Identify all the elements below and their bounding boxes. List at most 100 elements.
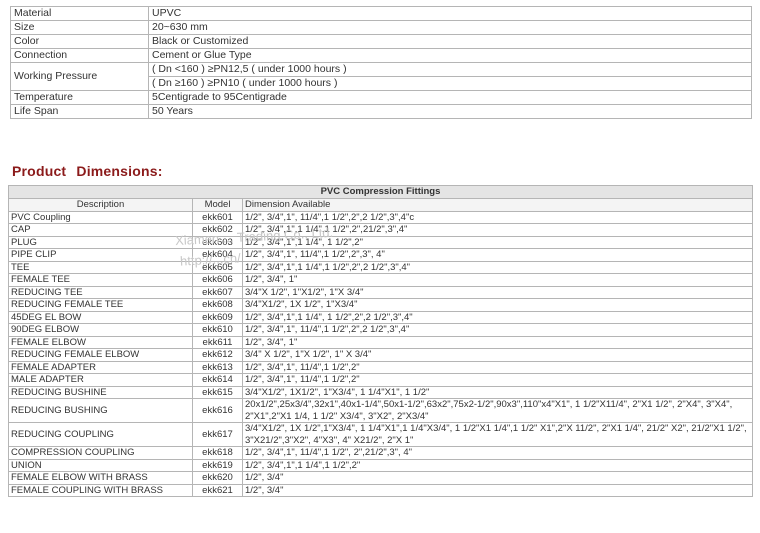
description-cell: UNION bbox=[8, 458, 193, 472]
spec-row-color: Color Black or Customized bbox=[10, 34, 752, 49]
spec-label: Temperature bbox=[10, 90, 149, 105]
spec-row-temperature: Temperature 5Centigrade to 95Centigrade bbox=[10, 90, 752, 105]
description-cell: REDUCING BUSHINE bbox=[8, 385, 193, 399]
table-row: PVC Coupling ekk601 1/2", 3/4",1", 11/4",1… bbox=[8, 210, 753, 224]
description-cell: REDUCING FEMALE TEE bbox=[8, 298, 193, 312]
dimension-cell: 1/2", 3/4",1",1 1/4", 1 1/2",2" bbox=[242, 235, 753, 249]
table-row: REDUCING BUSHINE ekk615 3/4"X1/2", 1X1/2",… bbox=[8, 385, 753, 399]
table-row: FEMALE ADAPTER ekk613 1/2", 3/4",1", 11/4"… bbox=[8, 360, 753, 374]
specifications-table: Material UPVC Size 20~630 mm Color Black… bbox=[10, 6, 752, 119]
table-row: TEE ekk605 1/2", 3/4",1",1 1/4",1 1/2",2",… bbox=[8, 260, 753, 274]
column-header-row: Description Model Dimension Available bbox=[8, 198, 753, 212]
table-title: PVC Compression Fittings bbox=[8, 185, 753, 199]
table-row: REDUCING BUSHING ekk616 20x1/2",25x3/4",32… bbox=[8, 398, 753, 423]
description-cell: FEMALE COUPLING WITH BRASS bbox=[8, 483, 193, 497]
model-cell: ekk601 bbox=[192, 210, 243, 224]
table-row: FEMALE COUPLING WITH BRASS ekk621 1/2", 3/… bbox=[8, 483, 753, 497]
dimensions-table: PVC Compression Fittings Description Mod… bbox=[8, 185, 753, 497]
dimension-cell: 1/2", 3/4",1", 11/4",1 1/2",2",3", 4" bbox=[242, 248, 753, 262]
spec-label: Working Pressure bbox=[10, 62, 149, 91]
table-row: FEMALE ELBOW ekk611 1/2", 3/4", 1" bbox=[8, 335, 753, 349]
model-cell: ekk620 bbox=[192, 471, 243, 485]
spec-value: Black or Customized bbox=[148, 34, 752, 49]
description-cell: 90DEG ELBOW bbox=[8, 323, 193, 337]
spec-row-size: Size 20~630 mm bbox=[10, 20, 752, 35]
table-row: UNION ekk619 1/2", 3/4",1",1 1/4",1 1/2",2… bbox=[8, 458, 753, 472]
column-header-description: Description bbox=[8, 198, 193, 212]
dimension-cell: 1/2", 3/4" bbox=[242, 483, 753, 497]
description-cell: FEMALE ELBOW WITH BRASS bbox=[8, 471, 193, 485]
description-cell: TEE bbox=[8, 260, 193, 274]
model-cell: ekk612 bbox=[192, 348, 243, 362]
table-row: FEMALE TEE ekk606 1/2", 3/4", 1" bbox=[8, 273, 753, 287]
spec-value: 50 Years bbox=[148, 104, 752, 119]
description-cell: REDUCING TEE bbox=[8, 285, 193, 299]
spec-value: 20~630 mm bbox=[148, 20, 752, 35]
spec-label: Material bbox=[10, 6, 149, 21]
spec-row-life-span: Life Span 50 Years bbox=[10, 104, 752, 119]
table-row: REDUCING FEMALE TEE ekk608 3/4"X1/2", 1X 1… bbox=[8, 298, 753, 312]
model-cell: ekk618 bbox=[192, 446, 243, 460]
dimension-cell: 3/4"X1/2", 1X1/2", 1"X3/4", 1 1/4"X1", 1… bbox=[242, 385, 753, 399]
model-cell: ekk604 bbox=[192, 248, 243, 262]
table-row: REDUCING TEE ekk607 3/4"X 1/2", 1"X1/2", 1… bbox=[8, 285, 753, 299]
column-header-dimension: Dimension Available bbox=[242, 198, 753, 212]
dimension-cell: 1/2", 3/4",1",1 1/4",1 1/2",2",21/2",3",… bbox=[242, 223, 753, 237]
table-row: 90DEG ELBOW ekk610 1/2", 3/4",1", 11/4",1 … bbox=[8, 323, 753, 337]
model-cell: ekk617 bbox=[192, 422, 243, 447]
model-cell: ekk603 bbox=[192, 235, 243, 249]
description-cell: FEMALE ELBOW bbox=[8, 335, 193, 349]
dimension-cell: 1/2", 3/4",1",1 1/4",1 1/2",2" bbox=[242, 458, 753, 472]
model-cell: ekk608 bbox=[192, 298, 243, 312]
model-cell: ekk619 bbox=[192, 458, 243, 472]
dimension-cell: 20x1/2",25x3/4",32x1",40x1-1/4",50x1-1/2… bbox=[242, 398, 753, 423]
dimension-cell: 1/2", 3/4",1", 11/4",1 1/2",2" bbox=[242, 360, 753, 374]
description-cell: REDUCING BUSHING bbox=[8, 398, 193, 423]
description-cell: PLUG bbox=[8, 235, 193, 249]
dimension-cell: 1/2", 3/4",1", 11/4",1 1/2",2",2 1/2",3"… bbox=[242, 210, 753, 224]
column-header-model: Model bbox=[192, 198, 243, 212]
model-cell: ekk621 bbox=[192, 483, 243, 497]
table-row: PIPE CLIP ekk604 1/2", 3/4",1", 11/4",1 1/… bbox=[8, 248, 753, 262]
model-cell: ekk614 bbox=[192, 373, 243, 387]
description-cell: MALE ADAPTER bbox=[8, 373, 193, 387]
dimension-cell: 1/2", 3/4",1",1 1/4",1 1/2",2",2 1/2",3"… bbox=[242, 260, 753, 274]
table-row: MALE ADAPTER ekk614 1/2", 3/4",1", 11/4",1… bbox=[8, 373, 753, 387]
dimension-cell: 1/2", 3/4",1", 11/4",1 1/2",2",2 1/2",3"… bbox=[242, 323, 753, 337]
description-cell: REDUCING COUPLING bbox=[8, 422, 193, 447]
spec-value: ( Dn <160 ) ≥PN12,5 ( under 1000 hours ) bbox=[148, 62, 752, 77]
spec-value: UPVC bbox=[148, 6, 752, 21]
model-cell: ekk613 bbox=[192, 360, 243, 374]
dimension-cell: 1/2", 3/4", 1" bbox=[242, 335, 753, 349]
dimension-cell: 3/4"X1/2", 1X 1/2",1"X3/4", 1 1/4"X1",1 … bbox=[242, 422, 753, 447]
description-cell: FEMALE TEE bbox=[8, 273, 193, 287]
table-row: PLUG ekk603 1/2", 3/4",1",1 1/4", 1 1/2",2… bbox=[8, 235, 753, 249]
spec-row-material: Material UPVC bbox=[10, 6, 752, 21]
dimension-cell: 3/4" X 1/2", 1"X 1/2", 1" X 3/4" bbox=[242, 348, 753, 362]
dimension-cell: 1/2", 3/4",1",1 1/4", 1 1/2",2",2 1/2",3… bbox=[242, 310, 753, 324]
table-row: FEMALE ELBOW WITH BRASS ekk620 1/2", 3/4" bbox=[8, 471, 753, 485]
table-row: COMPRESSION COUPLING ekk618 1/2", 3/4",1",… bbox=[8, 446, 753, 460]
spec-value: Cement or Glue Type bbox=[148, 48, 752, 63]
dimension-cell: 3/4"X1/2", 1X 1/2", 1"X3/4" bbox=[242, 298, 753, 312]
model-cell: ekk615 bbox=[192, 385, 243, 399]
spec-label: Connection bbox=[10, 48, 149, 63]
description-cell: CAP bbox=[8, 223, 193, 237]
description-cell: 45DEG EL BOW bbox=[8, 310, 193, 324]
dimension-cell: 1/2", 3/4",1", 11/4",1 1/2", 2",21/2",3"… bbox=[242, 446, 753, 460]
table-row: 45DEG EL BOW ekk609 1/2", 3/4",1",1 1/4", … bbox=[8, 310, 753, 324]
model-cell: ekk609 bbox=[192, 310, 243, 324]
dimension-cell: 1/2", 3/4" bbox=[242, 471, 753, 485]
table-row: CAP ekk602 1/2", 3/4",1",1 1/4",1 1/2",2",… bbox=[8, 223, 753, 237]
spec-label: Life Span bbox=[10, 104, 149, 119]
description-cell: PIPE CLIP bbox=[8, 248, 193, 262]
spec-label: Size bbox=[10, 20, 149, 35]
description-cell: PVC Coupling bbox=[8, 210, 193, 224]
model-cell: ekk605 bbox=[192, 260, 243, 274]
model-cell: ekk616 bbox=[192, 398, 243, 423]
model-cell: ekk610 bbox=[192, 323, 243, 337]
table-row: REDUCING COUPLING ekk617 3/4"X1/2", 1X 1/2… bbox=[8, 422, 753, 447]
dimension-cell: 3/4"X 1/2", 1"X1/2", 1"X 3/4" bbox=[242, 285, 753, 299]
section-heading: Product Dimensions: bbox=[12, 163, 163, 179]
model-cell: ekk602 bbox=[192, 223, 243, 237]
